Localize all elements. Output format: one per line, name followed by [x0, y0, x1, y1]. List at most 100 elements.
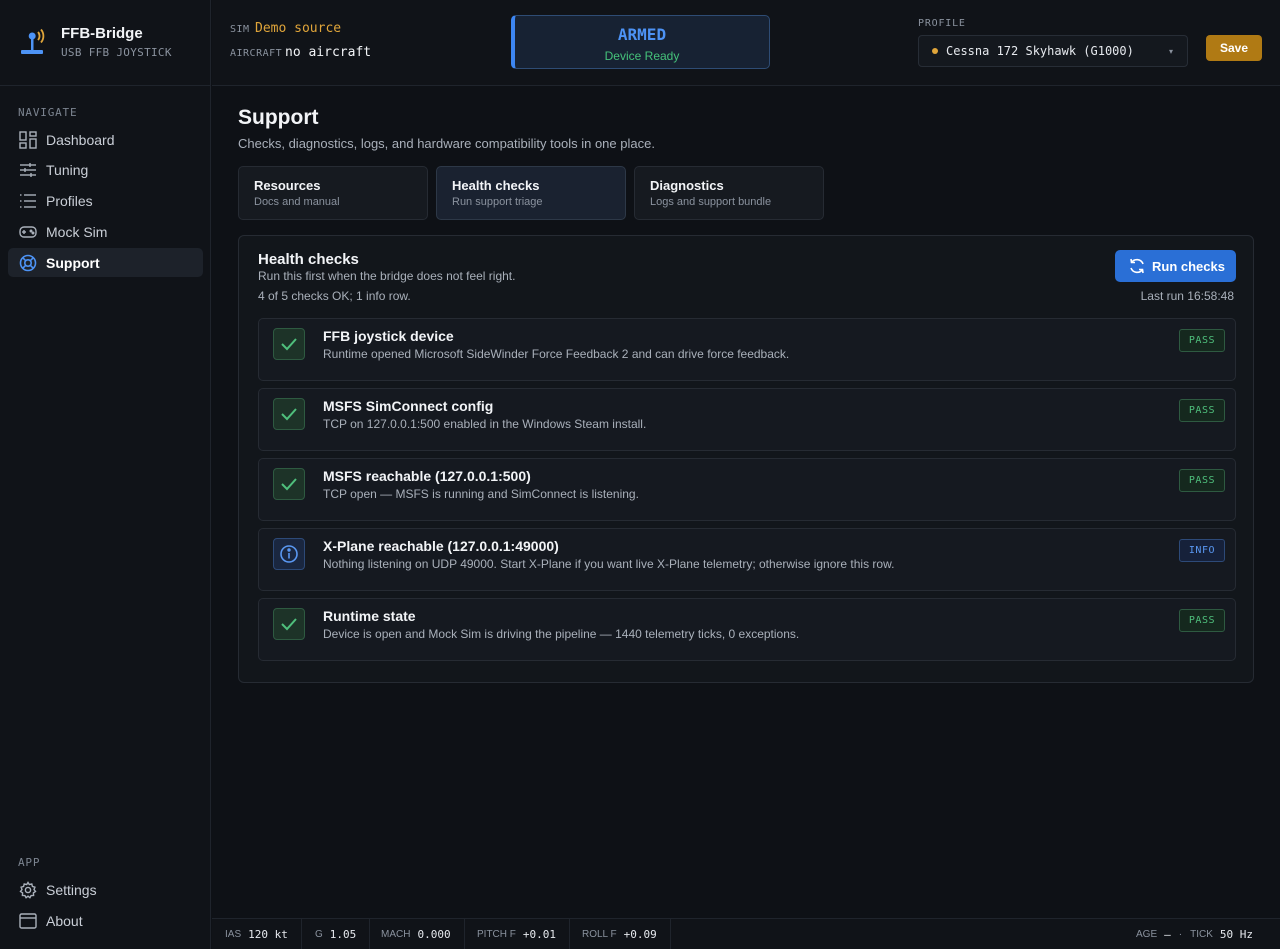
- profile-key: PROFILE: [918, 18, 966, 29]
- top-bar: SIM Demo source AIRCRAFT no aircraft ARM…: [212, 0, 1280, 86]
- age-value: —: [1164, 928, 1171, 941]
- check-row: Runtime state Device is open and Mock Si…: [258, 598, 1236, 661]
- armed-status-panel: ARMED Device Ready: [511, 15, 770, 69]
- check-pass-icon: [273, 328, 305, 360]
- sidebar: FFB-Bridge USB FFB JOYSTICK NAVIGATE Das…: [0, 0, 211, 949]
- sidebar-item-mock-sim[interactable]: Mock Sim: [8, 217, 203, 246]
- pitch-key: PITCH F: [477, 929, 516, 940]
- chevron-down-icon: ▾: [1168, 46, 1173, 56]
- mach-key: MACH: [381, 929, 411, 940]
- tab-title: Diagnostics: [650, 178, 724, 193]
- panel-title: Health checks: [258, 251, 359, 268]
- device-status: Device Ready: [604, 49, 680, 63]
- armed-title: ARMED: [617, 25, 667, 44]
- check-row: FFB joystick device Runtime opened Micro…: [258, 318, 1236, 381]
- run-checks-label: Run checks: [1152, 258, 1225, 274]
- sidebar-item-label: Settings: [46, 881, 97, 898]
- check-row: MSFS SimConnect config TCP on 127.0.0.1:…: [258, 388, 1236, 451]
- sidebar-item-support[interactable]: Support: [8, 248, 203, 277]
- status-badge: PASS: [1178, 469, 1225, 492]
- profile-value: Cessna 172 Skyhawk (G1000): [946, 44, 1134, 58]
- tick-value: 50 Hz: [1219, 928, 1253, 941]
- sidebar-item-label: Mock Sim: [46, 223, 108, 240]
- sliders-icon: [18, 160, 38, 180]
- sidebar-item-label: Tuning: [46, 161, 89, 178]
- profile-status-dot: [932, 48, 938, 54]
- app-title: FFB-Bridge: [61, 25, 143, 42]
- status-bar: IAS 120 kt G 1.05 MACH 0.000 PITCH F +0.…: [212, 918, 1280, 949]
- check-pass-icon: [273, 468, 305, 500]
- app-subtitle: USB FFB JOYSTICK: [61, 46, 172, 59]
- sidebar-item-settings[interactable]: Settings: [8, 875, 203, 904]
- gamepad-icon: [18, 222, 38, 242]
- gear-icon: [18, 880, 38, 900]
- tab-title: Health checks: [452, 178, 540, 193]
- ias-key: IAS: [225, 929, 242, 940]
- roll-key: ROLL F: [582, 929, 617, 940]
- roll-value: +0.09: [623, 928, 657, 941]
- age-key: AGE: [1136, 929, 1158, 940]
- dashboard-icon: [18, 130, 38, 150]
- profile-select[interactable]: Cessna 172 Skyhawk (G1000) ▾: [918, 35, 1188, 67]
- page-subtitle: Checks, diagnostics, logs, and hardware …: [238, 136, 655, 151]
- health-checks-panel: Health checks Run this first when the br…: [238, 235, 1254, 683]
- lifebuoy-icon: [18, 253, 38, 273]
- ias-value: 120 kt: [248, 928, 288, 941]
- save-button[interactable]: Save: [1206, 35, 1262, 61]
- info-icon: [273, 538, 305, 570]
- nav-heading: NAVIGATE: [18, 106, 78, 119]
- sidebar-item-tuning[interactable]: Tuning: [8, 155, 203, 184]
- tick-key: TICK: [1190, 929, 1213, 940]
- check-title: X-Plane reachable (127.0.0.1:49000): [323, 538, 559, 554]
- separator: ·: [1178, 929, 1183, 940]
- check-pass-icon: [273, 608, 305, 640]
- list-icon: [18, 191, 38, 211]
- check-description: Device is open and Mock Sim is driving t…: [323, 627, 800, 641]
- check-row: MSFS reachable (127.0.0.1:500) TCP open …: [258, 458, 1236, 521]
- run-checks-button[interactable]: Run checks: [1115, 250, 1236, 282]
- mach-readout: MACH 0.000: [368, 919, 465, 949]
- check-pass-icon: [273, 398, 305, 430]
- joystick-icon: [21, 28, 45, 54]
- panel-subtitle: Run this first when the bridge does not …: [258, 269, 516, 283]
- sidebar-item-dashboard[interactable]: Dashboard: [8, 125, 203, 154]
- age-tick-readout: AGE — · TICK 50 Hz: [1136, 919, 1253, 949]
- sidebar-item-about[interactable]: About: [8, 906, 203, 935]
- status-badge: PASS: [1178, 609, 1225, 632]
- window-icon: [18, 911, 38, 931]
- check-description: TCP on 127.0.0.1:500 enabled in the Wind…: [323, 417, 647, 431]
- aircraft-key: AIRCRAFT: [230, 48, 283, 59]
- sidebar-item-label: About: [46, 912, 83, 929]
- tab-subtitle: Run support triage: [452, 196, 543, 208]
- page-title: Support: [238, 106, 319, 129]
- aircraft-value: no aircraft: [285, 45, 372, 60]
- brand: FFB-Bridge USB FFB JOYSTICK: [0, 0, 211, 86]
- check-title: MSFS reachable (127.0.0.1:500): [323, 468, 531, 484]
- pitch-force-readout: PITCH F +0.01: [464, 919, 571, 949]
- sidebar-item-label: Support: [46, 254, 100, 271]
- tab-diagnostics[interactable]: Diagnostics Logs and support bundle: [634, 166, 824, 220]
- last-run: Last run 16:58:48: [1140, 289, 1234, 303]
- tab-subtitle: Logs and support bundle: [650, 196, 772, 208]
- status-badge: PASS: [1178, 399, 1225, 422]
- g-readout: G 1.05: [302, 919, 371, 949]
- tab-health-checks[interactable]: Health checks Run support triage: [436, 166, 626, 220]
- tab-subtitle: Docs and manual: [254, 196, 340, 208]
- refresh-icon: [1130, 258, 1144, 274]
- sim-key: SIM: [230, 24, 250, 35]
- sim-value: Demo source: [255, 21, 342, 36]
- check-title: Runtime state: [323, 608, 416, 624]
- pitch-value: +0.01: [522, 928, 557, 941]
- checks-summary: 4 of 5 checks OK; 1 info row.: [258, 289, 411, 303]
- check-row: X-Plane reachable (127.0.0.1:49000) Noth…: [258, 528, 1236, 591]
- ias-readout: IAS 120 kt: [212, 919, 302, 949]
- sidebar-item-label: Profiles: [46, 192, 93, 209]
- tab-resources[interactable]: Resources Docs and manual: [238, 166, 428, 220]
- roll-force-readout: ROLL F +0.09: [569, 919, 671, 949]
- sidebar-item-label: Dashboard: [46, 131, 115, 148]
- mach-value: 0.000: [417, 928, 451, 941]
- check-description: Runtime opened Microsoft SideWinder Forc…: [323, 347, 790, 361]
- sidebar-item-profiles[interactable]: Profiles: [8, 186, 203, 215]
- check-description: Nothing listening on UDP 49000. Start X-…: [323, 557, 895, 571]
- check-description: TCP open — MSFS is running and SimConnec…: [323, 487, 639, 501]
